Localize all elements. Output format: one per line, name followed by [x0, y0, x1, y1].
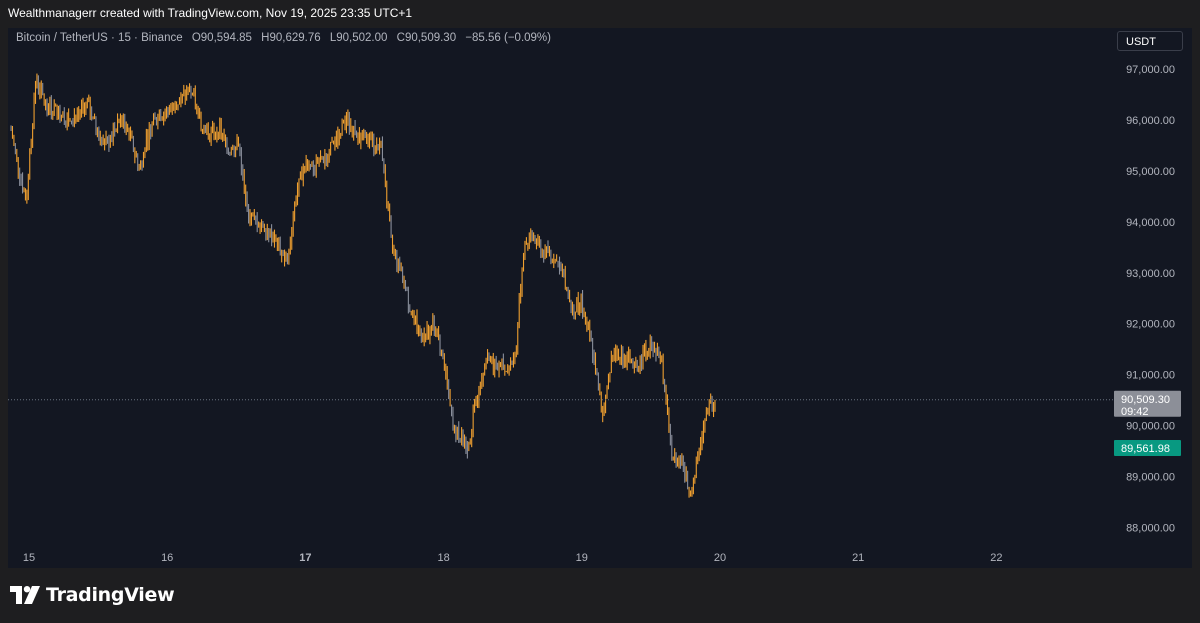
x-tick-label: 16: [161, 552, 173, 564]
y-tick-label: 93,000.00: [1126, 268, 1175, 280]
symbol-name: Bitcoin / TetherUS · 15 · Binance: [16, 32, 183, 44]
x-tick-label: 20: [714, 552, 726, 564]
x-tick-label: 18: [437, 552, 449, 564]
y-tick-label: 95,000.00: [1126, 166, 1175, 178]
y-tick-label: 97,000.00: [1126, 64, 1175, 76]
attribution-text: Wealthmanagerr created with TradingView.…: [8, 6, 413, 20]
y-tick-label: 92,000.00: [1126, 319, 1175, 331]
low-value: 90,502.00: [336, 32, 388, 44]
change-value: −85.56 (−0.09%): [465, 32, 551, 44]
chart-area[interactable]: 97,000.00 96,000.00 95,000.00 94,000.00 93,0…: [8, 28, 1192, 568]
tradingview-brand[interactable]: TradingView: [10, 584, 175, 606]
x-tick-label: 21: [852, 552, 864, 564]
tradingview-logo-icon: [10, 586, 40, 604]
currency-button[interactable]: USDT: [1117, 31, 1183, 51]
y-tick-label: 91,000.00: [1126, 370, 1175, 382]
price-chart[interactable]: 97,000.00 96,000.00 95,000.00 94,000.00 93,0…: [8, 28, 1192, 568]
y-tick-label: 88,000.00: [1126, 523, 1175, 535]
y-tick-label: 94,000.00: [1126, 217, 1175, 229]
footer-bar: TradingView: [0, 568, 1200, 623]
close-label: C: [396, 32, 405, 44]
x-tick-label: 19: [576, 552, 588, 564]
y-tick-label: 89,000.00: [1126, 472, 1175, 484]
top-bar: Wealthmanagerr created with TradingView.…: [0, 0, 1200, 28]
high-value: 90,629.76: [269, 32, 321, 44]
last-price-label: 90,509.30: [1121, 394, 1170, 406]
y-tick-label: 90,000.00: [1126, 421, 1175, 433]
x-tick-label: 22: [990, 552, 1002, 564]
open-value: 90,594.85: [200, 32, 252, 44]
brand-name: TradingView: [46, 584, 175, 606]
marker-price-label: 89,561.98: [1121, 443, 1170, 455]
close-value: 90,509.30: [404, 32, 457, 44]
x-tick-label: 15: [23, 552, 35, 564]
open-label: O: [191, 32, 201, 44]
x-tick-label: 17: [299, 552, 311, 564]
symbol-legend: Bitcoin / TetherUS · 15 · Binance O90,59…: [16, 32, 551, 44]
countdown-label: 09:42: [1121, 406, 1149, 418]
y-tick-label: 96,000.00: [1126, 115, 1175, 127]
